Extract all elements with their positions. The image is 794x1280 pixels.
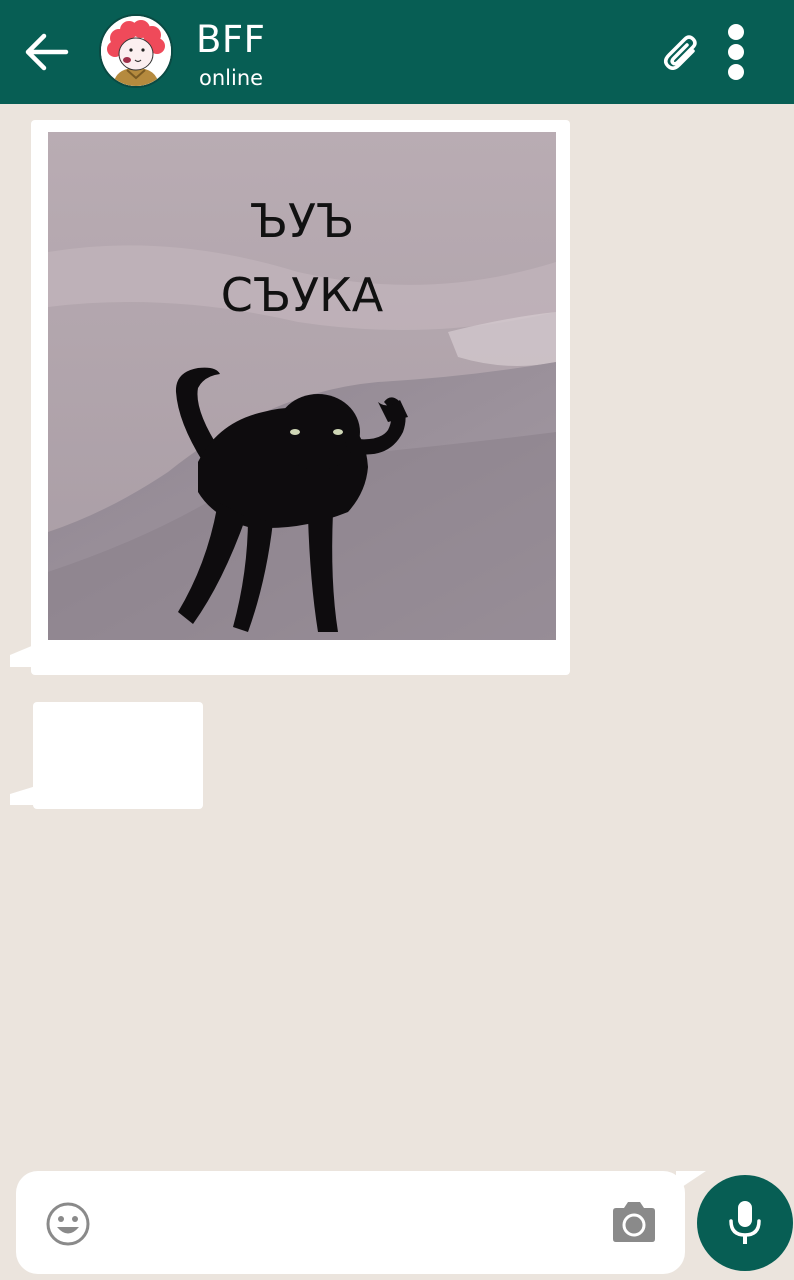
meme-image[interactable]: ЪУЪ СЪУКА xyxy=(48,132,556,640)
contact-status: online xyxy=(199,66,264,90)
emoji-button[interactable] xyxy=(44,1200,92,1248)
smiley-icon xyxy=(46,1202,90,1246)
camera-button[interactable] xyxy=(609,1199,659,1245)
microphone-button[interactable] xyxy=(697,1175,793,1271)
message-input[interactable] xyxy=(112,1198,592,1250)
meme-caption-line-2: СЪУКА xyxy=(220,268,384,322)
back-button[interactable] xyxy=(16,22,76,82)
paperclip-icon xyxy=(664,35,697,70)
attach-button[interactable] xyxy=(658,30,708,80)
contact-avatar[interactable] xyxy=(99,14,173,88)
meme-caption-line-1: ЪУЪ xyxy=(249,194,355,248)
chat-header: BFF online xyxy=(0,0,794,104)
image-message-bubble[interactable]: ЪУЪ СЪУКА xyxy=(31,120,570,675)
contact-name[interactable]: BFF xyxy=(196,18,265,62)
camera-icon xyxy=(613,1202,655,1242)
more-options-button[interactable] xyxy=(716,22,756,84)
empty-message-bubble[interactable] xyxy=(33,702,203,809)
composer-tail xyxy=(676,1171,706,1191)
clown-avatar-image xyxy=(101,16,171,86)
microphone-icon xyxy=(729,1201,761,1244)
arrow-left-icon xyxy=(25,33,69,71)
more-vertical-icon xyxy=(728,24,744,80)
